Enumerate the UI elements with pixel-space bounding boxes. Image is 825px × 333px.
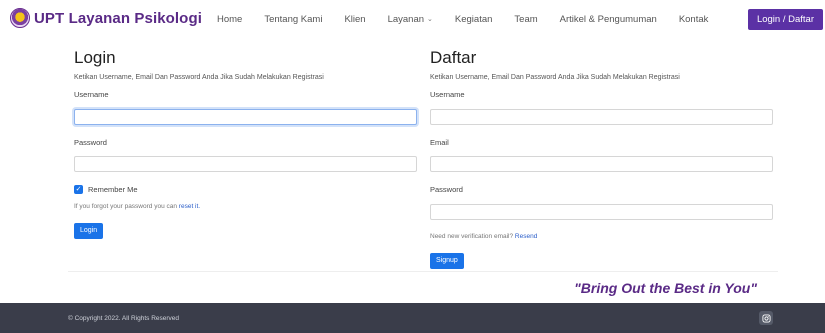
header: UPT Layanan Psikologi Home Tentang Kami …: [0, 0, 825, 38]
signup-button[interactable]: Signup: [430, 252, 464, 269]
forgot-password-hint: If you forgot your password you can rese…: [74, 203, 417, 210]
instagram-button[interactable]: [759, 311, 773, 325]
brand-name: UPT Layanan Psikologi: [34, 9, 202, 27]
daftar-username-label: Username: [430, 90, 465, 99]
nav-klien[interactable]: Klien: [344, 14, 365, 25]
login-username-input[interactable]: [74, 108, 417, 125]
daftar-password-label: Password: [430, 185, 463, 194]
nav-kontak[interactable]: Kontak: [679, 14, 709, 25]
daftar-username-input[interactable]: [430, 108, 773, 125]
remember-me-row[interactable]: ✓ Remember Me: [74, 185, 417, 194]
nav-team[interactable]: Team: [514, 14, 537, 25]
reset-password-link[interactable]: reset it.: [179, 203, 200, 210]
login-password-label: Password: [74, 137, 107, 147]
verification-hint: Need new verification email? Resend: [430, 233, 773, 240]
chevron-down-icon: ⌄: [427, 16, 433, 23]
daftar-subtitle: Ketikan Username, Email Dan Password And…: [430, 74, 680, 81]
footer: © Copyright 2022. All Rights Reserved: [0, 303, 825, 333]
nav-artikel-pengumuman[interactable]: Artikel & Pengumuman: [560, 14, 657, 25]
nav-layanan-label: Layanan: [387, 13, 425, 25]
login-daftar-button[interactable]: Login / Daftar: [747, 9, 823, 30]
remember-me-checkbox[interactable]: ✓: [74, 185, 83, 194]
login-username-label: Username: [74, 90, 109, 99]
check-icon: ✓: [75, 186, 82, 193]
login-button[interactable]: Login: [74, 223, 104, 239]
instagram-icon: [761, 313, 771, 323]
login-title: Login: [74, 48, 116, 67]
daftar-email-label: Email: [430, 137, 449, 147]
logo-icon: [10, 8, 30, 28]
daftar-section: Daftar Ketikan Username, Email Dan Passw…: [430, 48, 773, 269]
main-nav: Home Tentang Kami Klien Layanan ⌄ Kegiat…: [217, 0, 730, 38]
nav-tentang-kami[interactable]: Tentang Kami: [264, 14, 322, 25]
daftar-email-input[interactable]: [430, 156, 773, 172]
nav-home[interactable]: Home: [217, 14, 242, 25]
remember-me-label: Remember Me: [88, 185, 138, 194]
daftar-title: Daftar: [430, 48, 477, 67]
tagline: "Bring Out the Best in You": [574, 280, 757, 296]
forgot-password-text: If you forgot your password you can: [74, 203, 177, 210]
verification-text: Need new verification email?: [430, 232, 514, 240]
resend-link[interactable]: Resend: [515, 233, 537, 240]
section-divider: [68, 271, 778, 272]
copyright-text: © Copyright 2022. All Rights Reserved: [68, 315, 180, 322]
daftar-password-input[interactable]: [430, 203, 773, 220]
brand-link[interactable]: UPT Layanan Psikologi: [10, 8, 202, 28]
nav-layanan[interactable]: Layanan ⌄: [388, 14, 433, 25]
login-password-input[interactable]: [74, 156, 417, 172]
nav-kegiatan[interactable]: Kegiatan: [455, 14, 493, 25]
login-section: Login Ketikan Username, Email Dan Passwo…: [74, 48, 417, 239]
login-subtitle: Ketikan Username, Email Dan Password And…: [74, 74, 324, 81]
